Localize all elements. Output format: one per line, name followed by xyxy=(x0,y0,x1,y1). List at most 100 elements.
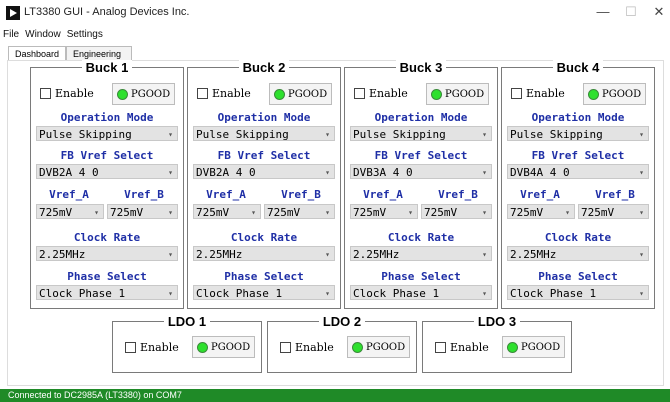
dropdown-arrow-icon: ▾ xyxy=(639,168,644,177)
status-led-icon xyxy=(507,341,518,353)
menu-window[interactable]: Window xyxy=(25,29,61,40)
clock-rate-label: Clock Rate xyxy=(73,231,141,244)
vref-b-label: Vref_B xyxy=(124,188,164,201)
status-led-icon xyxy=(117,88,128,100)
vref-a-select[interactable]: 725mV ▾ xyxy=(193,204,261,219)
buck-group: Buck 3 Enable PGOOD Operation Mode Pulse… xyxy=(344,60,498,309)
phase-select-label: Phase Select xyxy=(381,270,461,283)
operation-mode-label: Operation Mode xyxy=(374,111,468,124)
fb-vref-select[interactable]: DVB2A_4_0 ▾ xyxy=(36,164,178,179)
menu-bar: File Window Settings xyxy=(0,29,106,43)
checkbox-box[interactable] xyxy=(125,341,136,353)
menu-file[interactable]: File xyxy=(3,29,19,40)
operation-mode-label: Operation Mode xyxy=(217,111,311,124)
vref-a-select[interactable]: 725mV ▾ xyxy=(507,204,575,219)
dropdown-arrow-icon: ▾ xyxy=(482,130,487,139)
ldo-group: LDO 1 Enable PGOOD xyxy=(112,314,262,373)
vref-b-select[interactable]: 725mV ▾ xyxy=(421,204,492,219)
fb-vref-select[interactable]: DVB2A_4_0 ▾ xyxy=(193,164,335,179)
phase-select[interactable]: Clock_Phase_1 ▾ xyxy=(36,285,178,300)
status-led-icon xyxy=(588,88,599,100)
enable-checkbox[interactable]: Enable xyxy=(197,82,251,104)
vref-a-label: Vref_A xyxy=(49,188,89,201)
dropdown-arrow-icon: ▾ xyxy=(482,250,487,259)
enable-checkbox[interactable]: Enable xyxy=(280,336,334,358)
vref-b-select[interactable]: 725mV ▾ xyxy=(264,204,335,219)
dropdown-arrow-icon: ▾ xyxy=(168,168,173,177)
clock-rate-select[interactable]: 2.25MHz ▾ xyxy=(193,246,335,261)
operation-mode-select[interactable]: Pulse_Skipping ▾ xyxy=(507,126,649,141)
operation-mode-label: Operation Mode xyxy=(531,111,625,124)
fb-vref-select-label: FB Vref Select xyxy=(531,149,625,162)
pgood-label: PGOOD xyxy=(602,88,642,100)
enable-label: Enable xyxy=(526,86,565,100)
vref-b-label: Vref_B xyxy=(595,188,635,201)
status-bar: Connected to DC2985A (LT3380) on COM7 xyxy=(0,389,670,402)
clock-rate-select[interactable]: 2.25MHz ▾ xyxy=(36,246,178,261)
enable-checkbox[interactable]: Enable xyxy=(435,336,489,358)
pgood-label: PGOOD xyxy=(288,88,328,100)
phase-select[interactable]: Clock_Phase_1 ▾ xyxy=(350,285,492,300)
vref-a-label: Vref_A xyxy=(206,188,246,201)
ldo-title: LDO 1 xyxy=(113,314,261,329)
tab-dashboard[interactable]: Dashboard xyxy=(8,46,66,61)
dropdown-arrow-icon: ▾ xyxy=(325,289,330,298)
dropdown-arrow-icon: ▾ xyxy=(639,208,644,217)
phase-select[interactable]: Clock_Phase_1 ▾ xyxy=(193,285,335,300)
dropdown-arrow-icon: ▾ xyxy=(325,130,330,139)
operation-mode-select[interactable]: Pulse_Skipping ▾ xyxy=(36,126,178,141)
phase-select-label: Phase Select xyxy=(67,270,147,283)
vref-b-select[interactable]: 725mV ▾ xyxy=(107,204,178,219)
clock-rate-select[interactable]: 2.25MHz ▾ xyxy=(507,246,649,261)
dropdown-arrow-icon: ▾ xyxy=(565,208,570,217)
vref-a-label: Vref_A xyxy=(363,188,403,201)
vref-a-select[interactable]: 725mV ▾ xyxy=(36,204,104,219)
enable-checkbox[interactable]: Enable xyxy=(40,82,94,104)
buck-group: Buck 4 Enable PGOOD Operation Mode Pulse… xyxy=(501,60,655,309)
clock-rate-select[interactable]: 2.25MHz ▾ xyxy=(350,246,492,261)
vref-b-select[interactable]: 725mV ▾ xyxy=(578,204,649,219)
checkbox-box[interactable] xyxy=(354,87,365,99)
fb-vref-select-label: FB Vref Select xyxy=(217,149,311,162)
clock-rate-label: Clock Rate xyxy=(387,231,455,244)
dropdown-arrow-icon: ▾ xyxy=(639,289,644,298)
pgood-indicator: PGOOD xyxy=(426,83,490,105)
enable-label: Enable xyxy=(369,86,408,100)
tab-engineering[interactable]: Engineering xyxy=(66,46,132,61)
minimize-button[interactable]: — xyxy=(589,4,617,19)
dropdown-arrow-icon: ▾ xyxy=(168,130,173,139)
checkbox-box[interactable] xyxy=(435,341,446,353)
enable-label: Enable xyxy=(140,340,179,354)
vref-b-label: Vref_B xyxy=(438,188,478,201)
operation-mode-select[interactable]: Pulse_Skipping ▾ xyxy=(193,126,335,141)
operation-mode-select[interactable]: Pulse_Skipping ▾ xyxy=(350,126,492,141)
enable-checkbox[interactable]: Enable xyxy=(125,336,179,358)
checkbox-box[interactable] xyxy=(511,87,522,99)
dropdown-arrow-icon: ▾ xyxy=(325,168,330,177)
clock-rate-label: Clock Rate xyxy=(230,231,298,244)
clock-rate-label: Clock Rate xyxy=(544,231,612,244)
menu-settings[interactable]: Settings xyxy=(67,29,103,40)
phase-select[interactable]: Clock_Phase_1 ▾ xyxy=(507,285,649,300)
checkbox-box[interactable] xyxy=(40,87,51,99)
fb-vref-select[interactable]: DVB3A_4_0 ▾ xyxy=(350,164,492,179)
buck-group: Buck 1 Enable PGOOD Operation Mode Pulse… xyxy=(30,60,184,309)
pgood-indicator: PGOOD xyxy=(269,83,333,105)
maximize-button[interactable]: ☐ xyxy=(617,4,645,20)
fb-vref-select[interactable]: DVB4A_4_0 ▾ xyxy=(507,164,649,179)
vref-a-select[interactable]: 725mV ▾ xyxy=(350,204,418,219)
ldo-title: LDO 3 xyxy=(423,314,571,329)
ldo-group: LDO 3 Enable PGOOD xyxy=(422,314,572,373)
checkbox-box[interactable] xyxy=(280,341,291,353)
title-bar: LT3380 GUI - Analog Devices Inc. — ☐ ✕ xyxy=(0,0,670,28)
close-button[interactable]: ✕ xyxy=(645,4,670,20)
enable-checkbox[interactable]: Enable xyxy=(354,82,408,104)
dropdown-arrow-icon: ▾ xyxy=(408,208,413,217)
checkbox-box[interactable] xyxy=(197,87,208,99)
enable-checkbox[interactable]: Enable xyxy=(511,82,565,104)
enable-label: Enable xyxy=(450,340,489,354)
dropdown-arrow-icon: ▾ xyxy=(639,250,644,259)
operation-mode-label: Operation Mode xyxy=(60,111,154,124)
pgood-label: PGOOD xyxy=(366,341,406,353)
pgood-label: PGOOD xyxy=(521,341,561,353)
